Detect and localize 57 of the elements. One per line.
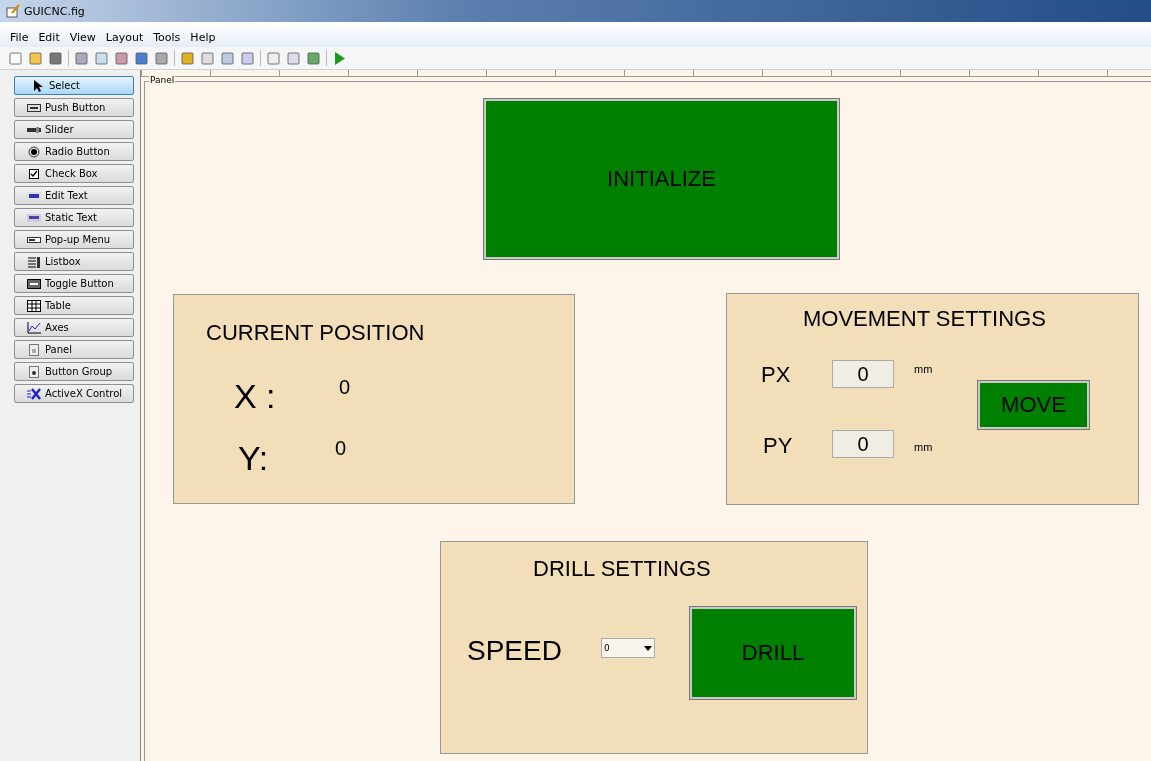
menu-item[interactable]: Edit [34, 30, 66, 44]
run-icon[interactable] [332, 50, 347, 66]
speed-label: SPEED [467, 637, 562, 665]
initialize-button[interactable]: INITIALIZE [484, 99, 839, 259]
y-value: 0 [335, 438, 347, 458]
x-value: 0 [339, 377, 351, 397]
unit-label: mm [914, 442, 933, 453]
y-label: Y: [238, 441, 269, 475]
panel-heading: DRILL SETTINGS [533, 558, 711, 580]
edit-text-icon [27, 189, 41, 202]
figure-icon [6, 4, 20, 18]
axes-icon [27, 321, 41, 334]
component-palette-button[interactable]: Radio Button [14, 142, 134, 161]
component-palette-button[interactable]: ActiveX Control [14, 384, 134, 403]
component-palette-button[interactable]: Axes [14, 318, 134, 337]
component-palette-button[interactable]: Static Text [14, 208, 134, 227]
component-palette-button[interactable]: Listbox [14, 252, 134, 271]
table-icon [27, 299, 41, 312]
panel-heading: CURRENT POSITION [206, 322, 425, 344]
checkbox-icon [27, 167, 41, 180]
component-palette-button[interactable]: Check Box [14, 164, 134, 183]
menu-item[interactable]: File [6, 30, 35, 44]
arrow-cursor-icon [31, 79, 45, 92]
x-label: X : [234, 379, 276, 413]
unit-label: mm [914, 364, 933, 375]
activex-icon [27, 387, 41, 400]
py-field[interactable]: 0 [832, 430, 894, 458]
push-button-icon [27, 101, 41, 114]
panel-heading: MOVEMENT SETTINGS [803, 308, 1046, 330]
component-palette-button[interactable]: Push Button [14, 98, 134, 117]
speed-dropdown[interactable]: 0 [601, 638, 655, 658]
component-palette-button[interactable]: Button Group [14, 362, 134, 381]
menu-item[interactable]: Help [186, 30, 222, 44]
px-field[interactable]: 0 [832, 360, 894, 388]
listbox-icon [27, 255, 41, 268]
component-palette-button[interactable]: Select [14, 76, 134, 95]
component-palette-button[interactable]: Edit Text [14, 186, 134, 205]
toggle-button-icon [27, 277, 41, 290]
menu-item[interactable]: View [65, 30, 102, 44]
static-text-icon [27, 211, 41, 224]
radio-button-icon [27, 145, 41, 158]
component-palette-button[interactable]: Pop-up Menu [14, 230, 134, 249]
px-label: PX [761, 364, 791, 386]
panel-title: Panel [149, 75, 176, 85]
py-label: PY [763, 435, 793, 457]
panel-icon [27, 343, 41, 356]
window-title: GUICNC.fig [24, 4, 85, 18]
component-palette-button[interactable]: Table [14, 296, 134, 315]
menu-item[interactable]: Tools [149, 30, 187, 44]
menu-item[interactable]: Layout [101, 30, 150, 44]
move-button[interactable]: MOVE [978, 381, 1089, 429]
button-group-icon [27, 365, 41, 378]
component-palette-button[interactable]: Slider [14, 120, 134, 139]
dropdown-arrow-icon [644, 645, 652, 651]
component-palette-button[interactable]: Toggle Button [14, 274, 134, 293]
drill-button[interactable]: DRILL [690, 607, 856, 699]
component-palette-button[interactable]: Panel [14, 340, 134, 359]
